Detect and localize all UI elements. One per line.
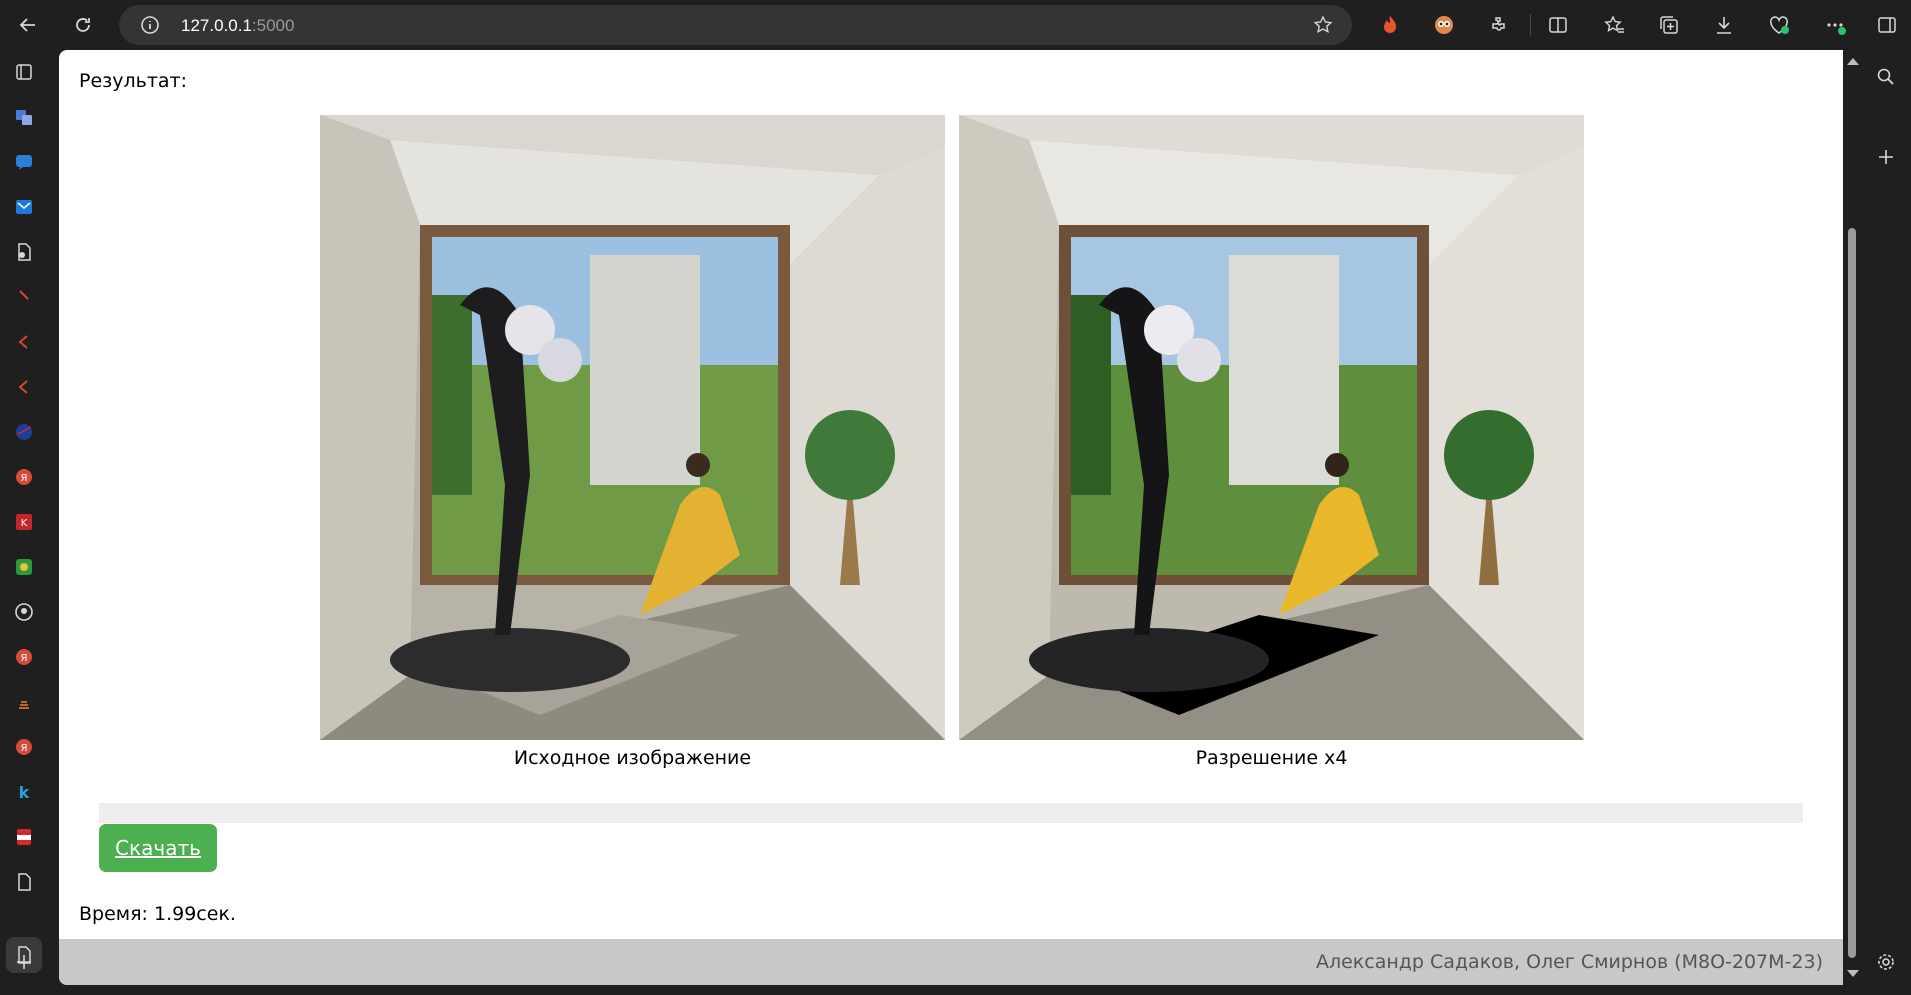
original-image-caption: Исходное изображение: [513, 747, 752, 769]
app-icon[interactable]: [12, 330, 36, 354]
original-image: [320, 115, 945, 740]
k-icon[interactable]: k: [12, 780, 36, 804]
translate-icon[interactable]: [12, 105, 36, 129]
scroll-down-arrow-icon[interactable]: [1847, 970, 1859, 977]
right-sidebar: [1862, 50, 1911, 995]
url-port: :5000: [251, 16, 295, 35]
browser-essentials-icon[interactable]: [1766, 12, 1792, 38]
back-icon[interactable]: [10, 7, 46, 43]
downloads-icon[interactable]: [1711, 12, 1737, 38]
extension-fire-icon[interactable]: [1377, 12, 1403, 38]
browser-toolbar: 127.0.0.1:5000: [0, 0, 1911, 50]
chat-icon[interactable]: [12, 150, 36, 174]
scroll-thumb[interactable]: [1848, 228, 1856, 958]
favorites-icon[interactable]: [1601, 12, 1627, 38]
app-icon[interactable]: [12, 285, 36, 309]
result-label: Результат:: [79, 70, 188, 92]
yandex-icon[interactable]: Я: [12, 645, 36, 669]
stack-icon[interactable]: [12, 690, 36, 714]
time-value: 1.99сек.: [154, 903, 236, 925]
extensions-icon[interactable]: [1486, 12, 1512, 38]
app-icon[interactable]: [12, 555, 36, 579]
page-scrollbar[interactable]: [1843, 50, 1862, 985]
settings-icon[interactable]: [1874, 950, 1898, 974]
svg-text:k: k: [19, 783, 30, 802]
reload-icon[interactable]: [65, 7, 101, 43]
svg-text:Я: Я: [21, 473, 28, 484]
left-sidebar: Я K Я Я k: [0, 50, 48, 995]
svg-text:Я: Я: [21, 743, 28, 754]
processing-time: Время: 1.99сек.: [79, 903, 236, 925]
time-label: Время:: [79, 903, 148, 925]
page-viewport: Результат: Исходное изображение Разрешен…: [59, 50, 1843, 985]
upscaled-image-caption: Разрешение x4: [1195, 747, 1348, 769]
footer-authors: Александр Садаков, Олег Смирнов (М8О-207…: [1315, 951, 1823, 973]
github-icon[interactable]: [12, 600, 36, 624]
add-icon[interactable]: [1874, 145, 1898, 169]
page-footer: Александр Садаков, Олег Смирнов (М8О-207…: [59, 939, 1843, 985]
doc-icon[interactable]: [12, 240, 36, 264]
pdf-icon[interactable]: [12, 825, 36, 849]
original-image-figure: Исходное изображение: [320, 115, 945, 769]
kinopoisk-icon[interactable]: K: [12, 510, 36, 534]
split-screen-icon[interactable]: [1545, 12, 1571, 38]
url-host: 127.0.0.1: [181, 16, 252, 35]
upscaled-image: [959, 115, 1584, 740]
svg-text:Я: Я: [21, 653, 28, 664]
download-button[interactable]: Скачать: [99, 824, 217, 872]
collections-icon[interactable]: [1656, 12, 1682, 38]
scroll-up-arrow-icon[interactable]: [1847, 58, 1859, 65]
yandex-icon[interactable]: Я: [12, 465, 36, 489]
sidebar-toggle-icon[interactable]: [1874, 12, 1900, 38]
search-icon[interactable]: [1874, 65, 1898, 89]
yandex-icon[interactable]: Я: [12, 735, 36, 759]
tabs-icon[interactable]: [12, 60, 36, 84]
window-bottom-edge: [0, 985, 1911, 995]
progress-bar: [99, 803, 1803, 823]
upscaled-image-figure: Разрешение x4: [959, 115, 1584, 769]
more-icon[interactable]: [1822, 12, 1848, 38]
outlook-icon[interactable]: [12, 195, 36, 219]
nasa-icon[interactable]: [12, 420, 36, 444]
svg-text:K: K: [21, 518, 28, 529]
address-bar[interactable]: 127.0.0.1:5000: [119, 5, 1352, 45]
toolbar-separator: [1530, 14, 1531, 36]
add-icon[interactable]: [12, 950, 36, 974]
info-icon[interactable]: [139, 14, 161, 36]
app-icon[interactable]: [12, 375, 36, 399]
extension-owl-icon[interactable]: [1431, 12, 1457, 38]
url-text: 127.0.0.1:5000: [181, 16, 294, 36]
favorite-star-icon[interactable]: [1312, 14, 1334, 36]
page-icon[interactable]: [12, 870, 36, 894]
